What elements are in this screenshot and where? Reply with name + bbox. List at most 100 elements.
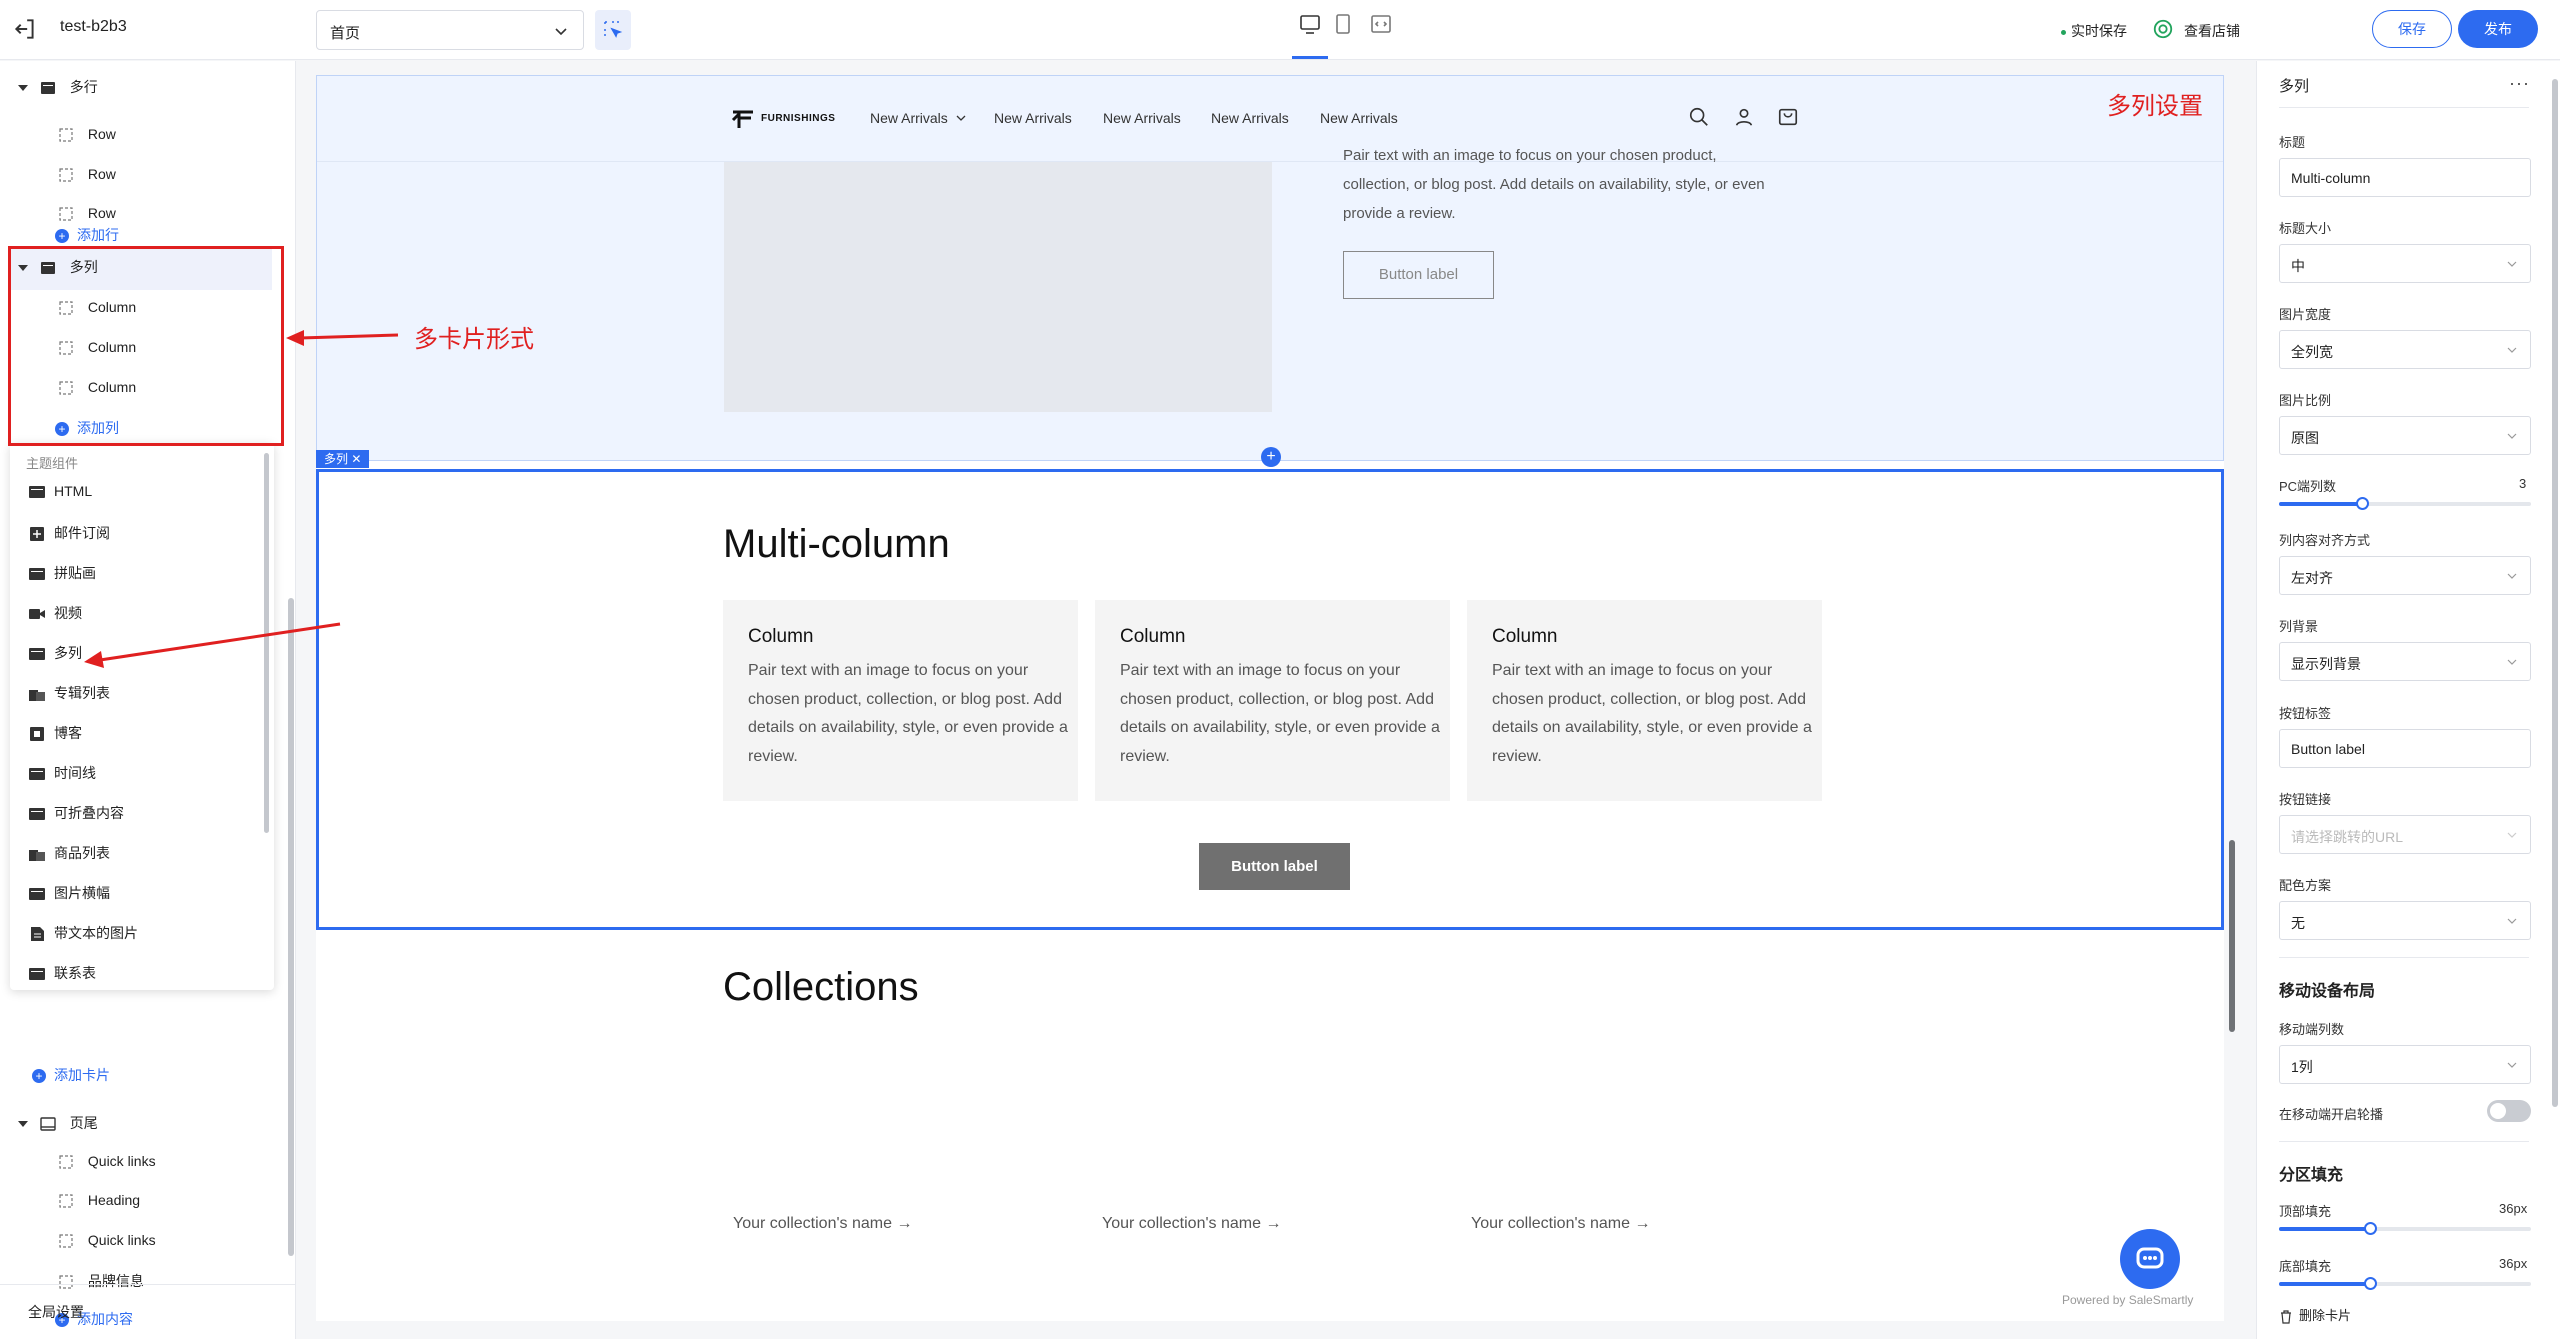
tree-leaf-row[interactable]: Row bbox=[58, 166, 116, 183]
component-item-video[interactable]: 视频 bbox=[28, 603, 82, 623]
component-item-newsletter[interactable]: 邮件订阅 bbox=[28, 523, 110, 543]
slider-knob[interactable] bbox=[2356, 497, 2370, 510]
component-item-contact-form[interactable]: 联系表 bbox=[28, 963, 96, 983]
nav-link[interactable]: New Arrivals bbox=[1320, 110, 1398, 126]
top-padding-slider[interactable] bbox=[2279, 1222, 2531, 1235]
exit-icon[interactable] bbox=[12, 16, 38, 42]
canvas-scrollbar[interactable] bbox=[2229, 840, 2235, 1032]
tree-leaf-footer[interactable]: Quick links bbox=[58, 1153, 156, 1170]
section-multirow[interactable]: 多行 bbox=[18, 77, 98, 97]
tree-leaf-footer[interactable]: 品牌信息 bbox=[58, 1271, 144, 1291]
component-item-label: 商品列表 bbox=[54, 845, 110, 861]
sidebar-scrollbar[interactable] bbox=[288, 598, 294, 1256]
search-icon[interactable] bbox=[1688, 106, 1710, 128]
image-width-label: 图片宽度 bbox=[2279, 307, 2332, 322]
preview-canvas: FURNISHINGS New Arrivals New Arrivals Ne… bbox=[316, 75, 2224, 1321]
nav-link[interactable]: New Arrivals bbox=[994, 110, 1072, 126]
title-size-value: 中 bbox=[2291, 258, 2305, 274]
component-item-timeline[interactable]: 时间线 bbox=[28, 763, 96, 783]
bottom-padding-slider[interactable] bbox=[2279, 1277, 2531, 1290]
desktop-view-icon[interactable] bbox=[1298, 12, 1322, 36]
column-card[interactable]: Column Pair text with an image to focus … bbox=[1095, 600, 1450, 801]
more-options-icon[interactable]: ··· bbox=[2509, 73, 2530, 94]
pc-columns-slider[interactable] bbox=[2279, 497, 2531, 510]
page-select[interactable]: 首页 bbox=[316, 10, 584, 50]
add-row-link[interactable]: + 添加行 bbox=[55, 225, 119, 245]
tree-leaf-row[interactable]: Row bbox=[58, 126, 116, 143]
component-item-image-with-text[interactable]: 带文本的图片 bbox=[28, 923, 138, 943]
image-width-select[interactable]: 全列宽 bbox=[2279, 330, 2531, 369]
annotation-box-sidebar bbox=[8, 246, 284, 446]
component-item-label: 多列 bbox=[54, 645, 82, 661]
account-icon[interactable] bbox=[1733, 106, 1755, 128]
align-select[interactable]: 左对齐 bbox=[2279, 556, 2531, 595]
component-item-album-list[interactable]: 专辑列表 bbox=[28, 683, 110, 703]
multicolumn-section[interactable]: Multi-column Column Pair text with an im… bbox=[316, 469, 2224, 930]
section-tag[interactable]: 多列 ✕ bbox=[316, 450, 370, 468]
collection-link[interactable]: Your collection's name → bbox=[733, 1215, 912, 1233]
cart-icon[interactable] bbox=[1777, 106, 1799, 128]
title-size-select[interactable]: 中 bbox=[2279, 244, 2531, 283]
store-icon[interactable] bbox=[2152, 18, 2174, 40]
save-button[interactable]: 保存 bbox=[2372, 10, 2452, 48]
component-item-collage[interactable]: 拼贴画 bbox=[28, 563, 96, 583]
mobile-carousel-toggle[interactable] bbox=[2487, 1100, 2531, 1122]
collection-link[interactable]: Your collection's name → bbox=[1102, 1215, 1281, 1233]
color-scheme-select[interactable]: 无 bbox=[2279, 901, 2531, 940]
chat-widget-button[interactable] bbox=[2120, 1229, 2180, 1289]
nav-link[interactable]: New Arrivals bbox=[1211, 110, 1289, 126]
title-input[interactable]: Multi-column bbox=[2279, 158, 2531, 197]
image-ratio-select[interactable]: 原图 bbox=[2279, 416, 2531, 455]
section-footer[interactable]: 页尾 bbox=[18, 1113, 98, 1133]
section-icon bbox=[40, 82, 55, 95]
column-card[interactable]: Column Pair text with an image to focus … bbox=[1467, 600, 1822, 801]
column-card[interactable]: Column Pair text with an image to focus … bbox=[723, 600, 1078, 801]
settings-scrollbar[interactable] bbox=[2552, 79, 2558, 1107]
component-item-image-banner[interactable]: 图片横幅 bbox=[28, 883, 110, 903]
logo-text: FURNISHINGS bbox=[761, 113, 836, 124]
delete-card-button[interactable]: 删除卡片 bbox=[2279, 1305, 2351, 1324]
nav-link[interactable]: New Arrivals bbox=[1103, 110, 1181, 126]
global-settings-link[interactable]: 全局设置 bbox=[28, 1302, 84, 1322]
element-select-button[interactable] bbox=[595, 10, 631, 50]
button-label-input[interactable]: Button label bbox=[2279, 729, 2531, 768]
caret-down-icon[interactable] bbox=[18, 1121, 28, 1128]
divider bbox=[0, 1284, 296, 1285]
slider-fill bbox=[2279, 1282, 2370, 1286]
block-dashed-icon bbox=[59, 168, 73, 182]
caret-down-icon[interactable] bbox=[18, 85, 28, 92]
divider bbox=[2279, 1141, 2529, 1142]
nav-link[interactable]: New Arrivals bbox=[870, 110, 966, 126]
component-item-product-list[interactable]: 商品列表 bbox=[28, 843, 110, 863]
settings-panel: 多列 ··· 标题 Multi-column 标题大小 中 图片宽度 全列宽 图… bbox=[2256, 61, 2560, 1339]
component-item-html[interactable]: HTML bbox=[28, 483, 92, 500]
popup-scrollbar[interactable] bbox=[264, 453, 269, 833]
add-card-link[interactable]: + 添加卡片 bbox=[32, 1065, 110, 1085]
slider-fill bbox=[2279, 1227, 2370, 1231]
publish-button[interactable]: 发布 bbox=[2458, 10, 2538, 48]
tree-leaf-footer[interactable]: Heading bbox=[58, 1192, 140, 1209]
button-link-select[interactable]: 请选择跳转的URL bbox=[2279, 815, 2531, 854]
video-icon bbox=[29, 609, 45, 620]
multicolumn-button[interactable]: Button label bbox=[1199, 843, 1350, 890]
component-item-blog[interactable]: 博客 bbox=[28, 723, 82, 743]
background-select[interactable]: 显示列背景 bbox=[2279, 642, 2531, 681]
add-section-button[interactable]: + bbox=[1261, 447, 1281, 467]
header-image-text-section[interactable]: FURNISHINGS New Arrivals New Arrivals Ne… bbox=[316, 75, 2224, 461]
fullscreen-view-icon[interactable] bbox=[1369, 12, 1393, 36]
mobile-columns-select[interactable]: 1列 bbox=[2279, 1045, 2531, 1084]
store-logo[interactable] bbox=[731, 108, 759, 130]
tree-leaf-footer[interactable]: Quick links bbox=[58, 1232, 156, 1249]
collection-link[interactable]: Your collection's name → bbox=[1471, 1215, 1650, 1233]
tablet-view-icon[interactable] bbox=[1331, 12, 1355, 36]
view-store-link[interactable]: 查看店铺 bbox=[2184, 21, 2240, 41]
column-text: Pair text with an image to focus on your… bbox=[1492, 662, 1812, 765]
add-card-label: 添加卡片 bbox=[54, 1067, 110, 1083]
component-item-multicolumn[interactable]: 多列 bbox=[28, 643, 82, 663]
component-item-collapsible[interactable]: 可折叠内容 bbox=[28, 803, 124, 823]
slider-knob[interactable] bbox=[2363, 1277, 2377, 1290]
tree-leaf-row[interactable]: Row bbox=[58, 205, 116, 222]
section-icon bbox=[29, 888, 45, 901]
slider-knob[interactable] bbox=[2363, 1222, 2377, 1235]
hero-button[interactable]: Button label bbox=[1343, 251, 1494, 299]
